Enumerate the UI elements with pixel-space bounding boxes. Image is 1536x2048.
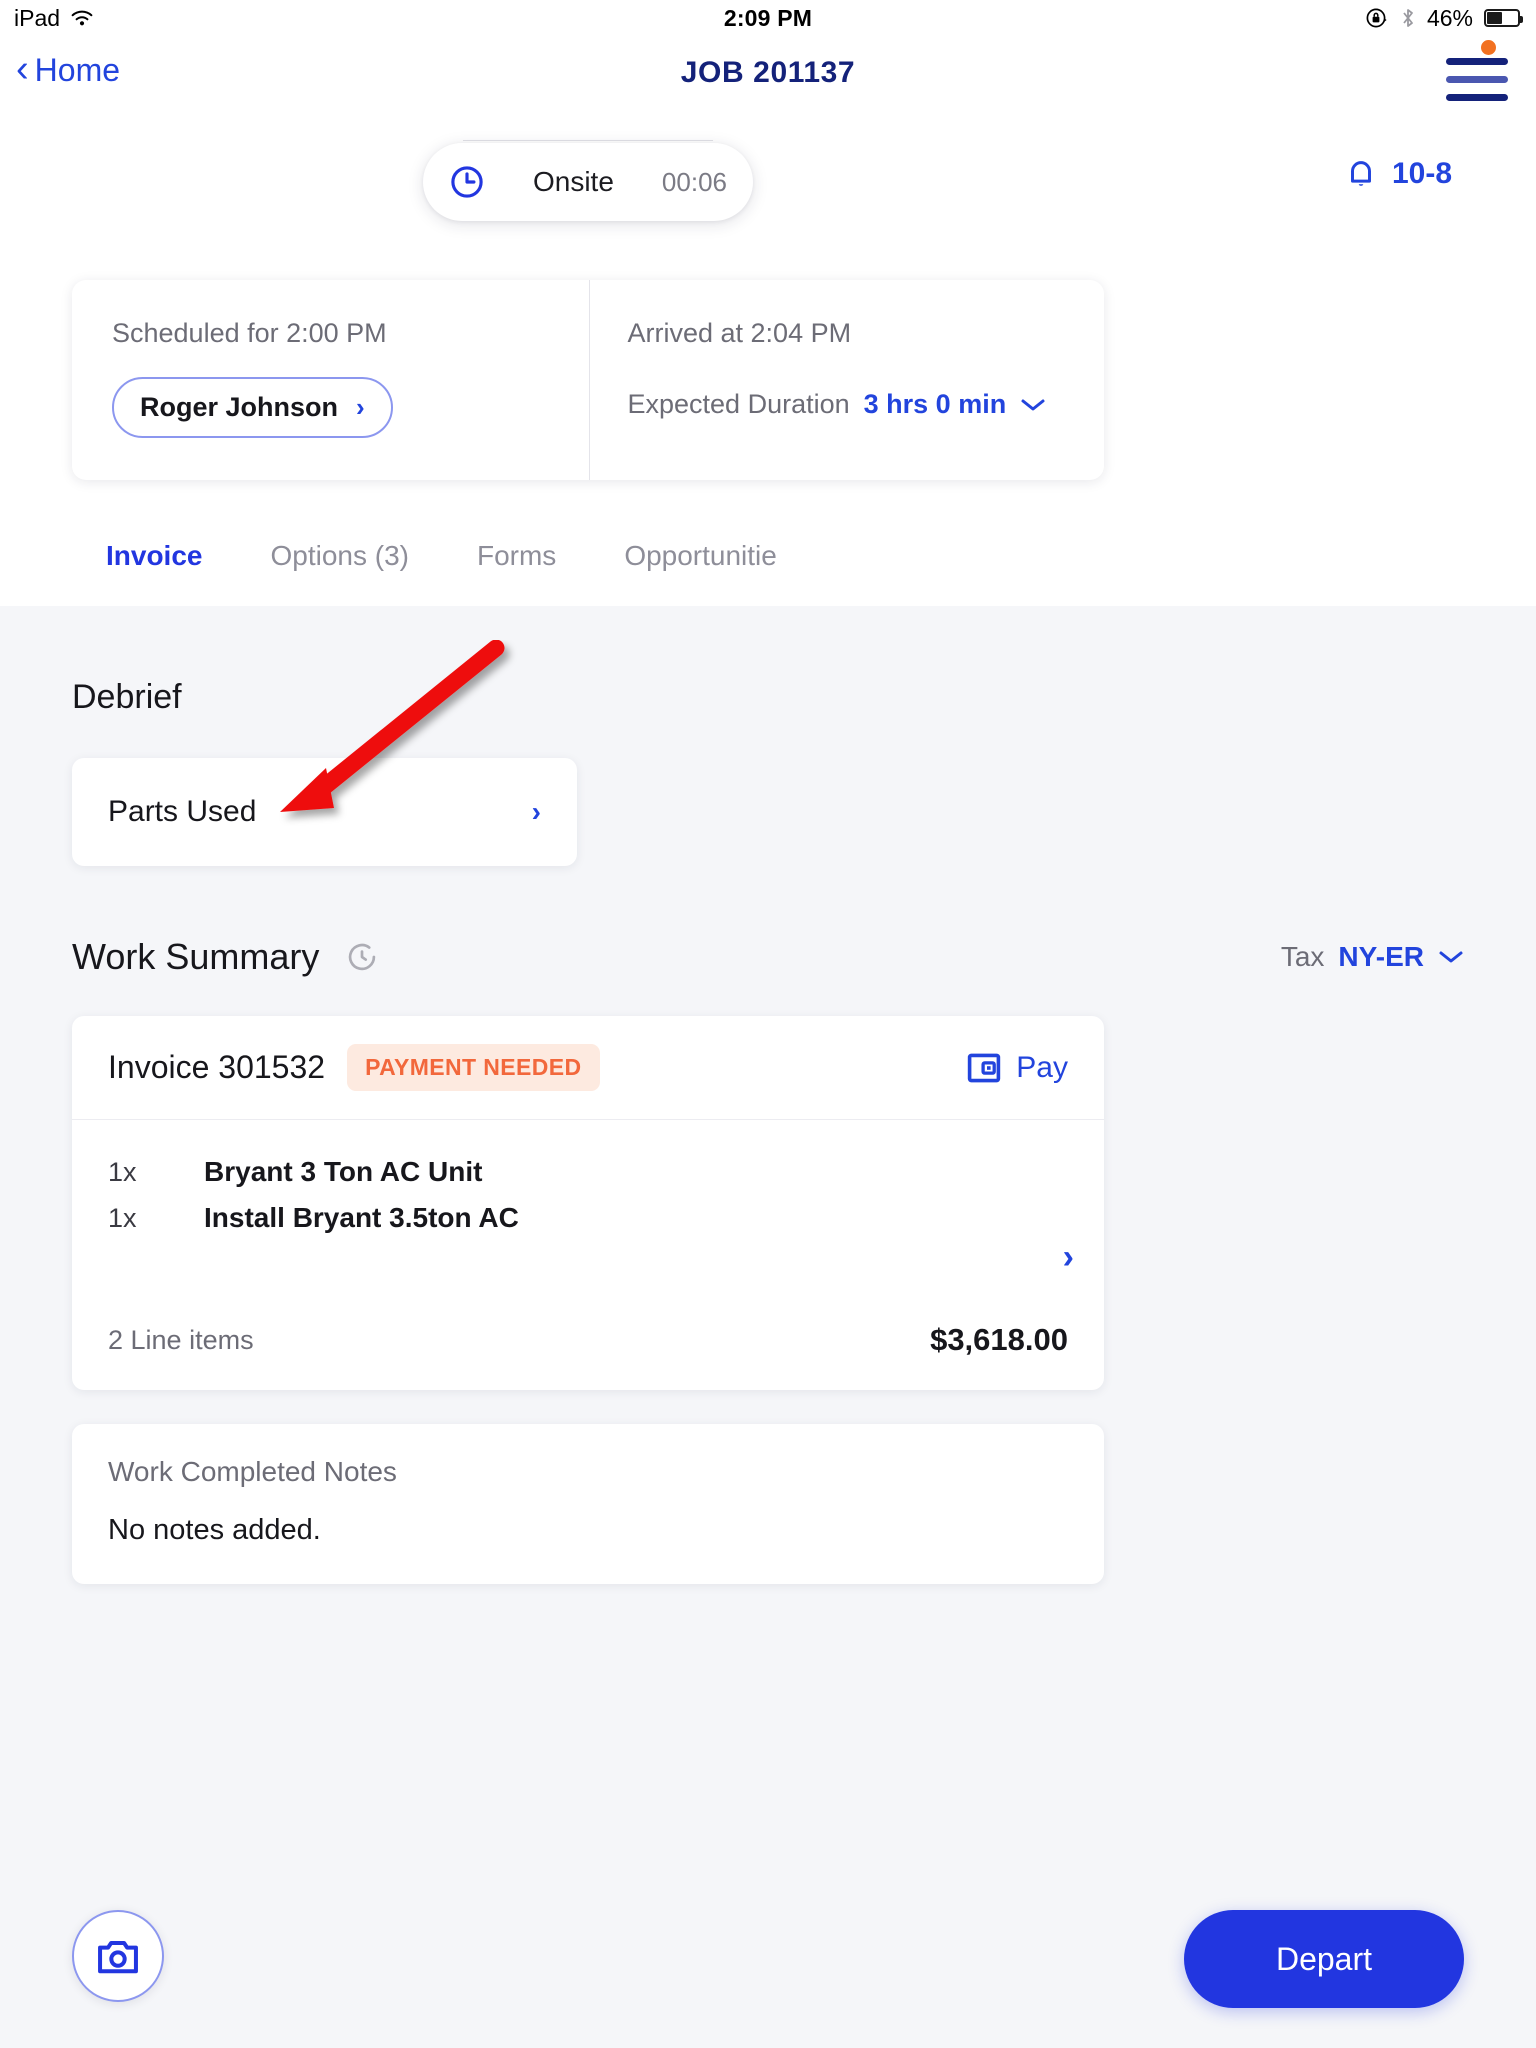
- technician-name-label: Roger Johnson: [140, 392, 339, 422]
- pill-top-divider: [463, 140, 713, 141]
- rotation-lock-icon: [1366, 8, 1387, 28]
- invoice-line-items: 1x Bryant 3 Ton AC Unit 1x Install Bryan…: [72, 1120, 1104, 1276]
- status-bar-clock: 2:09 PM: [723, 4, 813, 31]
- tab-invoice[interactable]: Invoice: [72, 520, 237, 618]
- pay-button[interactable]: Pay: [966, 1051, 1068, 1085]
- status-badge: PAYMENT NEEDED: [347, 1044, 600, 1091]
- hamburger-menu-icon[interactable]: [1446, 58, 1508, 106]
- notes-body: No notes added.: [108, 1514, 321, 1546]
- chevron-right-icon[interactable]: ›: [1063, 1238, 1074, 1277]
- notification-count-label: 10-8: [1391, 157, 1452, 190]
- page-title: JOB 201137: [680, 56, 856, 89]
- parts-used-label: Parts Used: [108, 795, 257, 828]
- line-item-name: Bryant 3 Ton AC Unit: [204, 1156, 483, 1187]
- clock-icon: [451, 166, 483, 198]
- table-row: 1x Bryant 3 Ton AC Unit: [108, 1156, 1068, 1188]
- bluetooth-icon: [1403, 9, 1413, 27]
- parts-used-row[interactable]: Parts Used ›: [72, 758, 577, 866]
- camera-icon: [98, 1941, 138, 1974]
- depart-button-label: Depart: [1275, 1940, 1373, 1977]
- menu-notification-dot: [1481, 40, 1496, 55]
- line-item-qty: 1x: [108, 1203, 137, 1233]
- invoice-tab-content: Debrief Parts Used › Work Summary Tax NY…: [0, 606, 1536, 2048]
- refresh-icon[interactable]: [345, 940, 379, 974]
- invoice-card-footer: 2 Line items $3,618.00: [72, 1290, 1104, 1390]
- onsite-elapsed-time: 00:06: [661, 166, 727, 197]
- job-tab-bar: Invoice Options (3) Forms Opportunitie: [0, 520, 1536, 618]
- invoice-card: Invoice 301532 PAYMENT NEEDED Pay 1x Bry…: [72, 1016, 1104, 1390]
- onsite-timer-pill[interactable]: Onsite 00:06: [423, 143, 753, 221]
- ipad-job-detail-screen: iPad 2:09 PM 46% ‹ Home JOB 201137 Onsit…: [0, 0, 1536, 2048]
- line-item-name: Install Bryant 3.5ton AC: [204, 1202, 519, 1233]
- battery-percent-label: 46%: [1426, 4, 1473, 31]
- arrived-time-label: Arrived at 2:04 PM: [627, 318, 852, 348]
- pay-button-label: Pay: [1016, 1050, 1068, 1084]
- tax-selector[interactable]: Tax NY-ER: [1281, 941, 1464, 973]
- tab-forms[interactable]: Forms: [443, 520, 590, 606]
- invoice-total: $3,618.00: [930, 1322, 1068, 1357]
- expected-duration-value: 3 hrs 0 min: [863, 389, 1007, 419]
- work-completed-notes-card[interactable]: Work Completed Notes No notes added.: [72, 1424, 1104, 1584]
- chevron-right-icon: ›: [356, 392, 365, 422]
- line-item-qty: 1x: [108, 1157, 137, 1187]
- arrival-column: Arrived at 2:04 PM Expected Duration 3 h…: [588, 280, 1105, 480]
- tab-opportunities[interactable]: Opportunitie: [590, 520, 811, 606]
- chevron-right-icon: ›: [531, 796, 541, 827]
- bell-icon: [1350, 161, 1371, 186]
- job-schedule-card: Scheduled for 2:00 PM Roger Johnson › Ar…: [72, 280, 1104, 480]
- expected-duration-label: Expected Duration: [627, 389, 850, 419]
- chevron-down-icon: [1439, 951, 1463, 963]
- invoice-card-header: Invoice 301532 PAYMENT NEEDED Pay: [72, 1016, 1104, 1120]
- expected-duration-row[interactable]: Expected Duration 3 hrs 0 min: [628, 389, 1105, 420]
- battery-icon: [1484, 9, 1523, 27]
- work-summary-heading: Work Summary: [72, 936, 320, 977]
- wallet-icon: [968, 1053, 1001, 1082]
- table-row: 1x Install Bryant 3.5ton AC: [108, 1202, 1068, 1234]
- ios-status-bar: iPad 2:09 PM 46%: [0, 0, 1536, 36]
- work-summary-header: Work Summary Tax NY-ER: [72, 936, 1464, 978]
- scheduled-column: Scheduled for 2:00 PM Roger Johnson ›: [72, 280, 589, 480]
- tab-options[interactable]: Options (3): [236, 520, 443, 606]
- chevron-down-icon: [1021, 399, 1045, 410]
- status-bar-right: 46%: [1365, 4, 1523, 32]
- camera-button[interactable]: [72, 1910, 164, 2002]
- tax-label: Tax: [1280, 941, 1325, 972]
- depart-button[interactable]: Depart: [1184, 1910, 1464, 2008]
- invoice-number-label: Invoice 301532: [108, 1049, 326, 1085]
- notes-title: Work Completed Notes: [108, 1456, 397, 1487]
- scheduled-time-label: Scheduled for 2:00 PM: [112, 318, 387, 348]
- notification-status-button[interactable]: 10-8: [1344, 155, 1452, 193]
- navigation-bar: ‹ Home JOB 201137: [0, 36, 1536, 118]
- tax-value: NY-ER: [1338, 941, 1424, 972]
- technician-chip[interactable]: Roger Johnson ›: [112, 377, 393, 438]
- onsite-status-label: Onsite: [532, 166, 614, 197]
- line-item-count-label: 2 Line items: [108, 1324, 254, 1355]
- debrief-heading: Debrief: [72, 678, 182, 716]
